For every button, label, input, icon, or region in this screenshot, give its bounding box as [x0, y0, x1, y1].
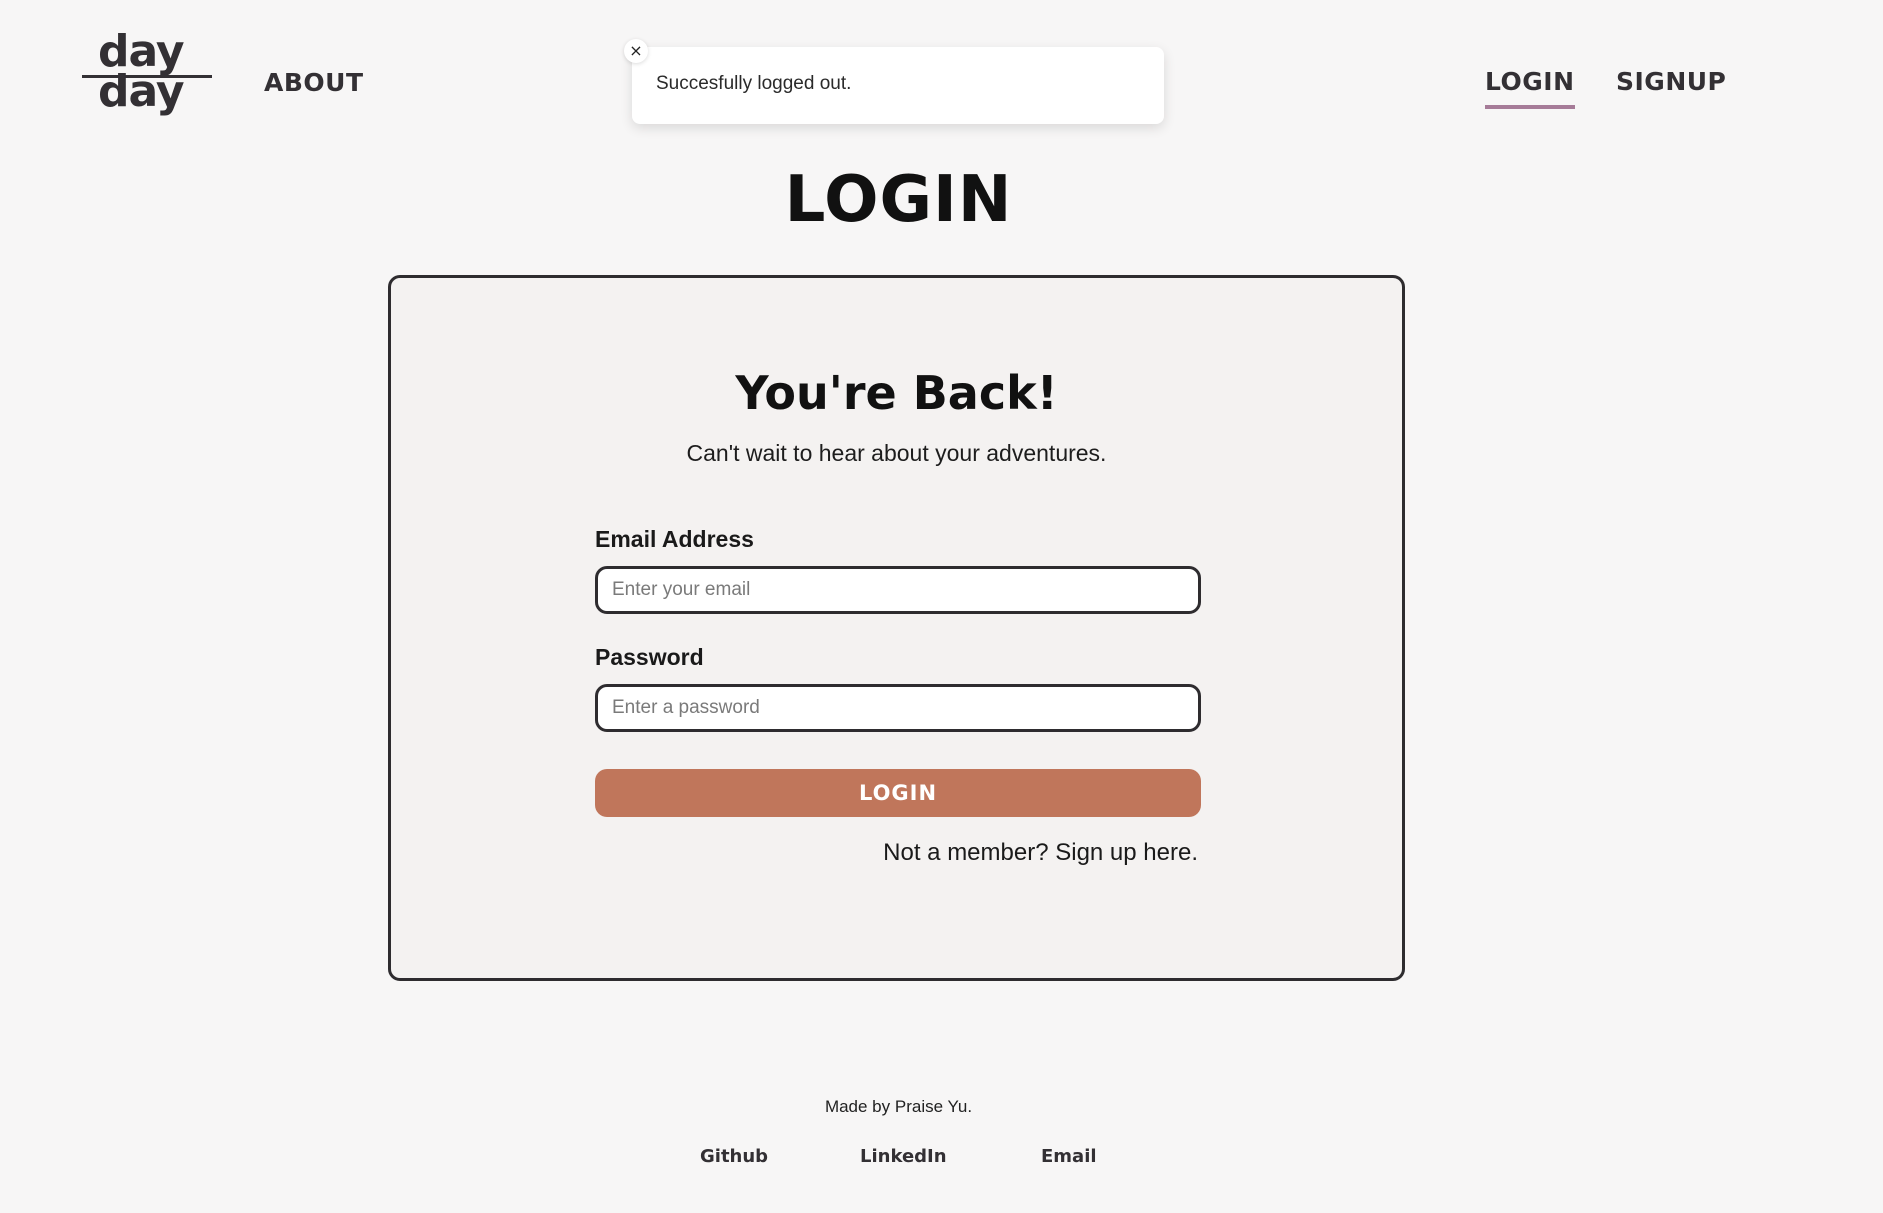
footer-credit: Made by Praise Yu.: [824, 1097, 973, 1116]
footer-email-link[interactable]: Email: [1041, 1146, 1097, 1167]
login-card: You're Back! Can't wait to hear about yo…: [388, 275, 1405, 981]
card-title: You're Back!: [735, 366, 1058, 420]
email-label: Email Address: [595, 526, 754, 552]
password-field[interactable]: [595, 684, 1201, 732]
nav-signup-link[interactable]: SIGNUP: [1616, 67, 1726, 96]
nav-about-link[interactable]: ABOUT: [264, 68, 364, 97]
password-label: Password: [595, 644, 704, 670]
signup-link[interactable]: Not a member? Sign up here.: [883, 839, 1198, 867]
login-submit-button[interactable]: LOGIN: [595, 769, 1201, 817]
toast-message: Succesfully logged out.: [656, 73, 852, 94]
nav-login-label: LOGIN: [1485, 67, 1575, 96]
logo-text-bottom: day: [98, 66, 185, 117]
logout-toast: × Succesfully logged out.: [624, 39, 1164, 124]
dayday-logo[interactable]: day day: [80, 30, 214, 122]
close-icon[interactable]: ×: [624, 39, 648, 63]
page-title: LOGIN: [784, 163, 1013, 237]
card-subtitle: Can't wait to hear about your adventures…: [686, 440, 1107, 466]
email-field[interactable]: [595, 566, 1201, 614]
active-nav-underline: [1485, 105, 1575, 109]
nav-login-link[interactable]: LOGIN: [1485, 67, 1575, 109]
footer-linkedin-link[interactable]: LinkedIn: [860, 1146, 947, 1167]
footer-github-link[interactable]: Github: [700, 1146, 768, 1167]
